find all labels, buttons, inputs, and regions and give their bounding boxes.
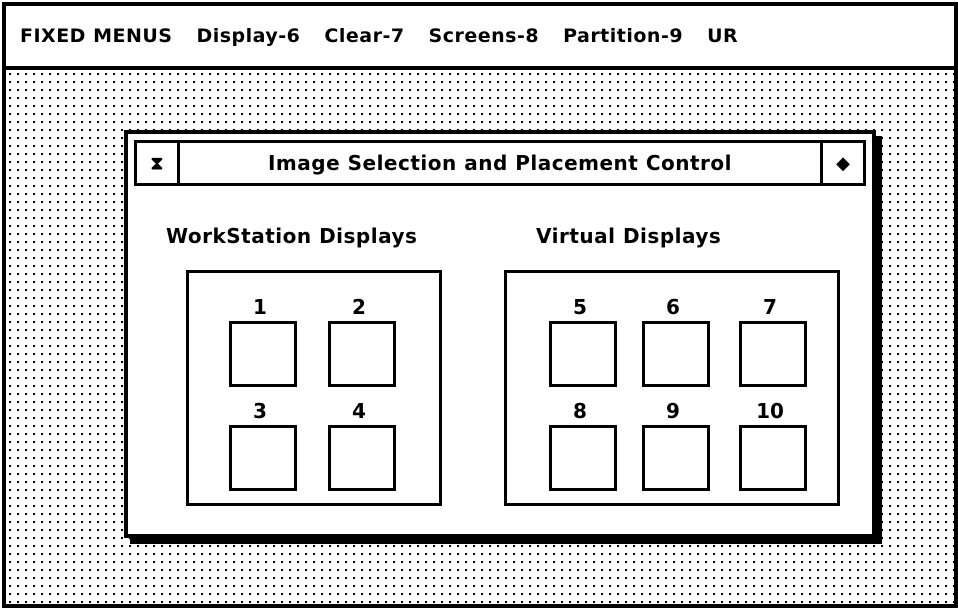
display-9-slot[interactable] xyxy=(642,425,710,491)
display-4-slot[interactable] xyxy=(328,425,396,491)
display-7-slot[interactable] xyxy=(739,321,807,387)
menu-bar: FIXED MENUS Display-6 Clear-7 Screens-8 … xyxy=(6,6,954,70)
display-6-number: 6 xyxy=(666,295,680,319)
display-10-number: 10 xyxy=(756,399,784,423)
title-bar[interactable]: ⧗ Image Selection and Placement Control … xyxy=(134,140,866,186)
display-7-number: 7 xyxy=(763,295,777,319)
window-title: Image Selection and Placement Control xyxy=(267,151,732,175)
screen: FIXED MENUS Display-6 Clear-7 Screens-8 … xyxy=(2,2,958,608)
workstation-displays-label: WorkStation Displays xyxy=(166,224,418,248)
image-selection-window: ⧗ Image Selection and Placement Control … xyxy=(124,130,876,538)
display-4-number: 4 xyxy=(352,399,366,423)
menu-partition[interactable]: Partition-9 xyxy=(563,25,683,47)
display-8-number: 8 xyxy=(573,399,587,423)
display-10-slot[interactable] xyxy=(739,425,807,491)
desktop: ⧗ Image Selection and Placement Control … xyxy=(6,70,954,604)
display-3-number: 3 xyxy=(253,399,267,423)
menu-display[interactable]: Display-6 xyxy=(196,25,300,47)
menu-clear[interactable]: Clear-7 xyxy=(324,25,404,47)
menu-fixed-menus[interactable]: FIXED MENUS xyxy=(20,25,172,47)
display-5-number: 5 xyxy=(573,295,587,319)
display-1-slot[interactable] xyxy=(229,321,297,387)
zoom-box[interactable]: ◆ xyxy=(820,143,863,183)
display-3-slot[interactable] xyxy=(229,425,297,491)
display-5-slot[interactable] xyxy=(549,321,617,387)
virtual-displays-panel: 5 6 7 8 9 10 xyxy=(504,270,840,506)
virtual-displays-label: Virtual Displays xyxy=(536,224,722,248)
display-2-number: 2 xyxy=(352,295,366,319)
menu-ur[interactable]: UR xyxy=(707,25,738,47)
display-1-number: 1 xyxy=(253,295,267,319)
display-9-number: 9 xyxy=(666,399,680,423)
display-8-slot[interactable] xyxy=(549,425,617,491)
hourglass-icon: ⧗ xyxy=(150,152,164,174)
close-box[interactable]: ⧗ xyxy=(137,143,180,183)
display-2-slot[interactable] xyxy=(328,321,396,387)
menu-screens[interactable]: Screens-8 xyxy=(429,25,540,47)
workstation-displays-panel: 1 2 3 4 xyxy=(186,270,442,506)
diamond-icon: ◆ xyxy=(836,152,850,174)
display-6-slot[interactable] xyxy=(642,321,710,387)
